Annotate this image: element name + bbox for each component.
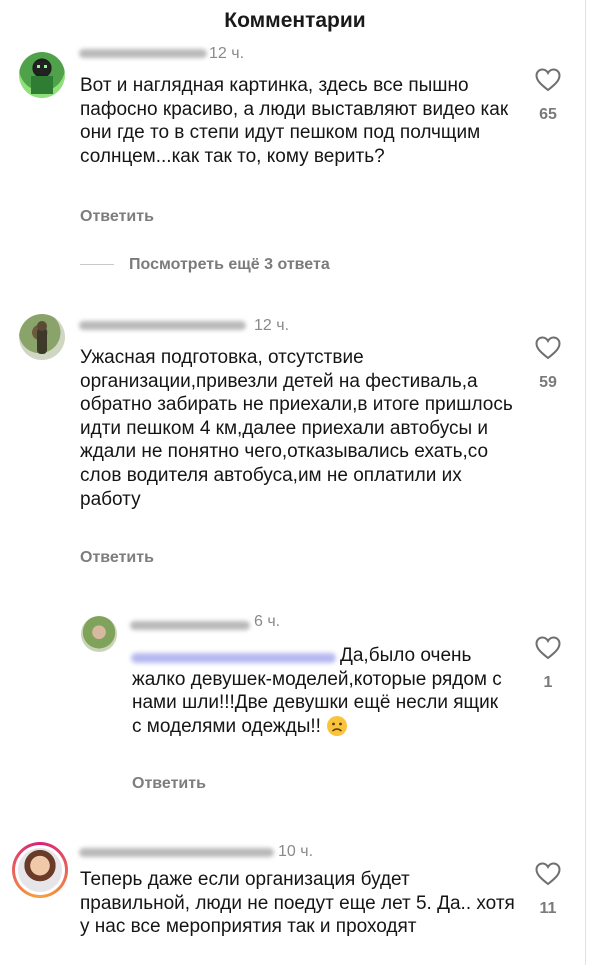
reply-button[interactable]: Ответить [132, 775, 206, 793]
comment-time: 10 ч. [278, 843, 314, 860]
blurred-username [130, 621, 250, 630]
like-count: 59 [539, 374, 557, 391]
comment-text: Да,было очень жалко девушек-моделей,кото… [132, 644, 510, 738]
heart-outline-icon[interactable] [535, 68, 561, 92]
like-count: 11 [539, 900, 557, 917]
comment-time: 12 ч. [254, 317, 290, 334]
worried-face-emoji [327, 715, 348, 736]
blurred-username [79, 848, 274, 857]
like-count: 65 [539, 106, 557, 123]
comment-time: 6 ч. [254, 613, 281, 630]
blurred-username [79, 321, 246, 330]
heart-outline-icon[interactable] [535, 862, 561, 886]
heart-outline-icon[interactable] [535, 336, 561, 360]
reply-button[interactable]: Ответить [80, 549, 154, 567]
scroll-edge [585, 0, 586, 965]
avatar[interactable] [81, 616, 117, 652]
avatar-with-story-ring[interactable] [12, 842, 68, 898]
blurred-username [79, 49, 207, 58]
avatar[interactable] [19, 52, 65, 98]
comment-time: 12 ч. [209, 45, 245, 62]
comment-text: Теперь даже если организация будет прави… [80, 869, 515, 938]
comment-text: Вот и наглядная картинка, здесь все пышн… [80, 75, 509, 167]
page-title: Комментарии [224, 9, 366, 32]
avatar[interactable] [19, 314, 65, 360]
view-more-replies-button[interactable]: Посмотреть ещё 3 ответа [129, 256, 330, 274]
like-count: 1 [543, 674, 553, 691]
comment-text: Ужасная подготовка, отсутствие организац… [80, 347, 513, 510]
comment-text-content: Да,было очень жалко девушек-моделей,кото… [132, 645, 502, 737]
reply-button[interactable]: Ответить [80, 208, 154, 226]
heart-outline-icon[interactable] [535, 636, 561, 660]
divider [80, 264, 114, 265]
